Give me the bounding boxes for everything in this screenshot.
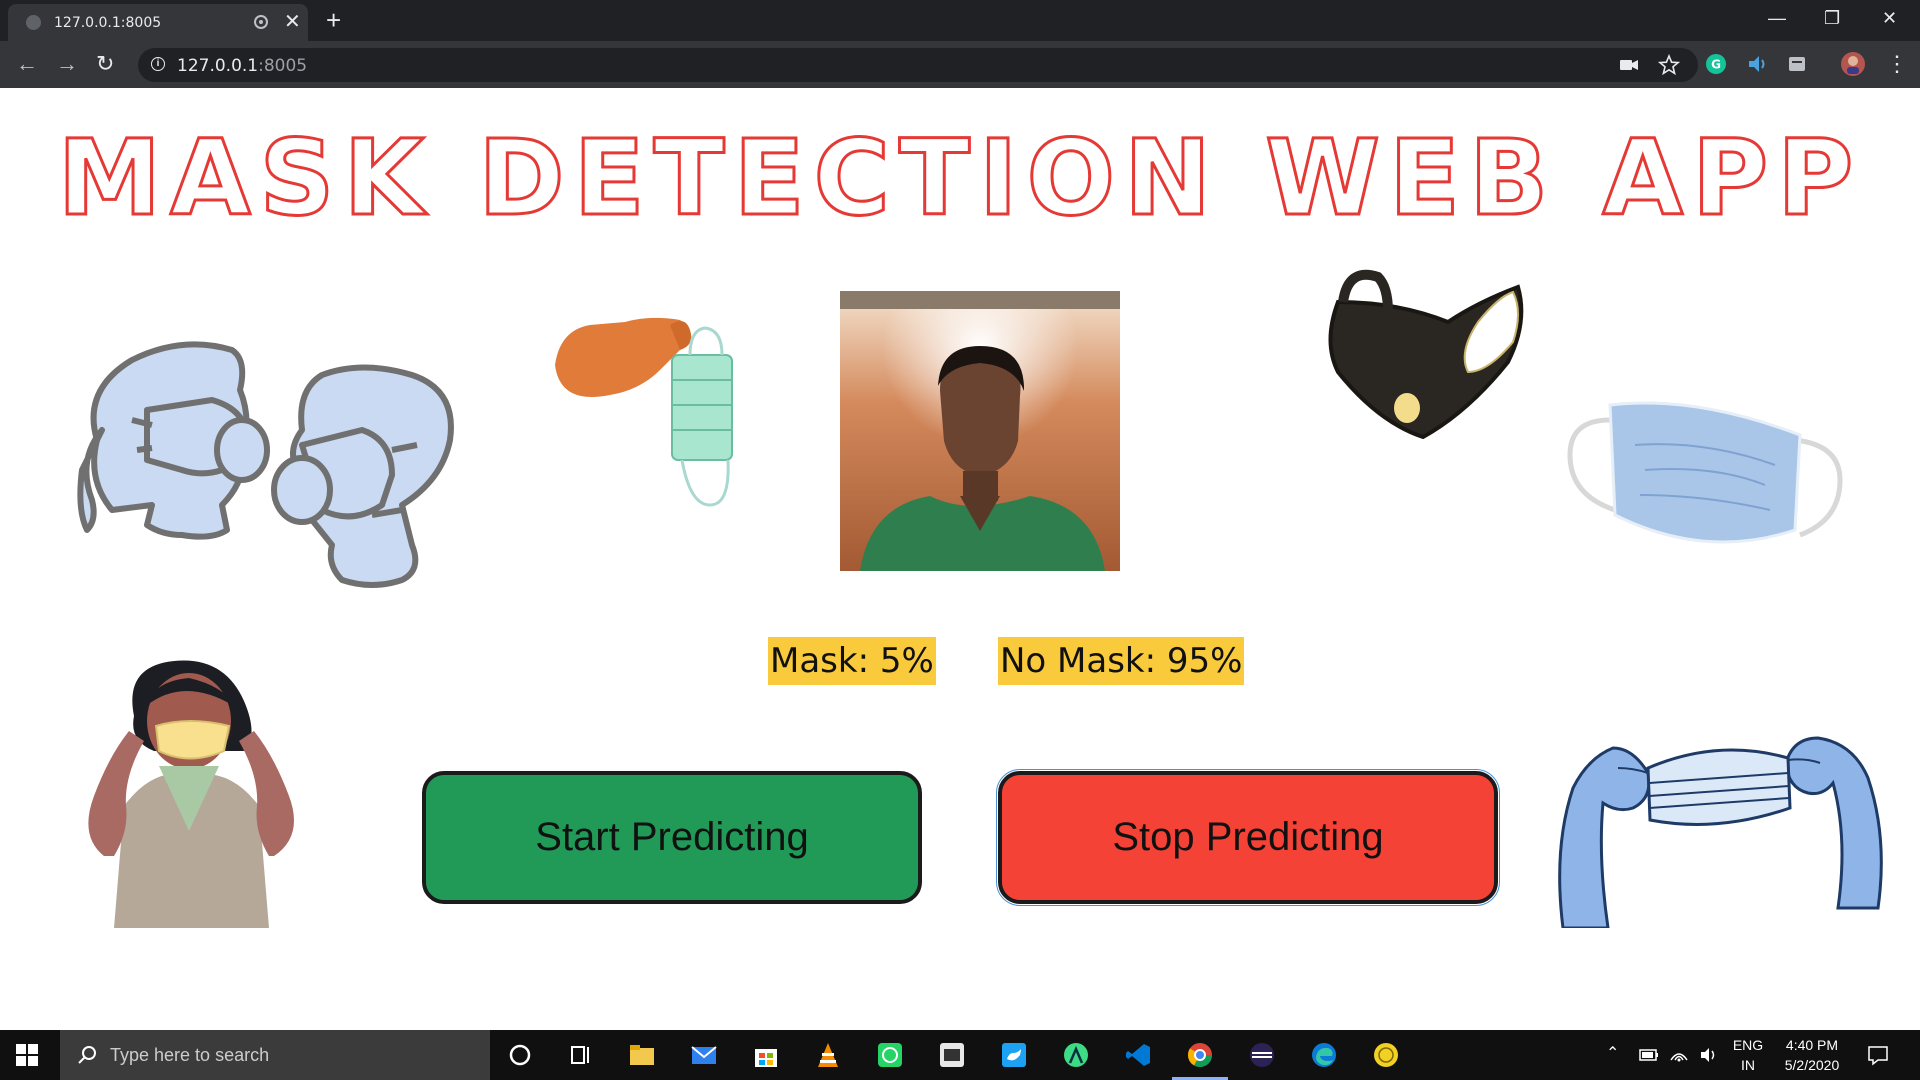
mask-probability-label: Mask: 5% [768, 637, 936, 685]
site-info-icon[interactable]: i [151, 57, 165, 71]
camera-in-use-icon[interactable] [1618, 54, 1640, 76]
sticker-app-icon[interactable] [1372, 1041, 1400, 1069]
globe-icon [26, 15, 41, 30]
eclipse-icon[interactable] [1248, 1041, 1276, 1069]
grammarly-extension-icon[interactable]: G [1705, 53, 1727, 75]
mail-icon[interactable] [690, 1041, 718, 1069]
blue-surgical-mask-illustration [1567, 401, 1843, 544]
browser-toolbar: ← → ↻ i 127.0.0.1:8005 G ⋮ [0, 41, 1920, 88]
edge-icon[interactable] [1310, 1041, 1338, 1069]
vscode-icon[interactable] [1124, 1041, 1152, 1069]
hand-holding-mask-illustration [555, 317, 733, 507]
tab-close-button[interactable]: ✕ [284, 10, 301, 34]
webcam-person-image [840, 291, 1120, 571]
url-text[interactable]: 127.0.0.1:8005 [177, 56, 307, 76]
masked-heads-illustration [77, 341, 454, 588]
app-icon[interactable] [938, 1041, 966, 1069]
media-playing-icon[interactable] [254, 15, 268, 29]
start-predicting-button[interactable]: Start Predicting [422, 771, 922, 904]
black-mask-illustration [1328, 269, 1524, 440]
back-button[interactable]: ← [16, 50, 38, 78]
region-code: IN [1741, 1057, 1755, 1073]
profile-avatar-icon[interactable] [1840, 51, 1866, 77]
minimize-button[interactable]: — [1768, 6, 1786, 30]
search-placeholder: Type here to search [110, 1045, 270, 1065]
battery-icon[interactable] [1638, 1044, 1660, 1066]
volume-icon[interactable] [1698, 1044, 1720, 1066]
cortana-icon[interactable] [506, 1041, 534, 1069]
clock-date: 5/2/2020 [1784, 1057, 1840, 1073]
search-icon [78, 1046, 96, 1064]
url-port: :8005 [258, 56, 308, 76]
windows-start-icon[interactable] [16, 1044, 38, 1066]
whatsapp-icon[interactable] [876, 1041, 904, 1069]
taskbar-search-box[interactable]: Type here to search [60, 1030, 490, 1080]
url-host: 127.0.0.1 [177, 56, 259, 76]
page-title: MASK DETECTION WEB APP [56, 117, 1863, 240]
windows-taskbar: Type here to search ⌃ ENG IN 4:40 PM 5/2… [0, 1030, 1920, 1080]
show-hidden-icons-button[interactable]: ⌃ [1606, 1044, 1619, 1064]
reload-button[interactable]: ↻ [96, 50, 114, 78]
microsoft-store-icon[interactable] [752, 1041, 780, 1069]
clock-time: 4:40 PM [1785, 1037, 1839, 1053]
restore-button[interactable]: ❐ [1824, 6, 1840, 30]
stop-predicting-button[interactable]: Stop Predicting [996, 769, 1500, 906]
language-code: ENG [1732, 1037, 1764, 1053]
android-studio-icon[interactable] [1062, 1041, 1090, 1069]
browser-menu-button[interactable]: ⋮ [1886, 51, 1908, 77]
woman-wearing-mask-illustration [88, 660, 294, 928]
svg-text:G: G [1711, 58, 1721, 72]
extension-puzzle-icon[interactable] [1786, 53, 1808, 75]
webcam-feed [840, 291, 1120, 571]
clock[interactable]: 4:40 PM 5/2/2020 [1776, 1035, 1848, 1075]
task-view-icon[interactable] [567, 1041, 595, 1069]
new-tab-button[interactable]: + [326, 4, 341, 36]
bookmark-star-icon[interactable] [1658, 54, 1680, 76]
chrome-icon[interactable] [1186, 1041, 1214, 1069]
twitter-icon[interactable] [1000, 1041, 1028, 1069]
vlc-icon[interactable] [814, 1041, 842, 1069]
browser-tab-strip: 127.0.0.1:8005 ✕ + — ❐ ✕ [0, 0, 1920, 41]
no-mask-probability-label: No Mask: 95% [998, 637, 1245, 685]
file-explorer-icon[interactable] [628, 1041, 656, 1069]
browser-tab[interactable]: 127.0.0.1:8005 ✕ [8, 4, 308, 41]
tab-title: 127.0.0.1:8005 [54, 15, 162, 31]
address-bar[interactable]: i 127.0.0.1:8005 [138, 48, 1698, 82]
notifications-icon[interactable] [1866, 1043, 1890, 1067]
forward-button[interactable]: → [56, 50, 78, 78]
hands-holding-mask-illustration [1558, 736, 1883, 928]
window-close-button[interactable]: ✕ [1882, 6, 1897, 30]
language-indicator[interactable]: ENG IN [1728, 1035, 1768, 1075]
wifi-icon[interactable] [1668, 1044, 1690, 1066]
speaker-extension-icon[interactable] [1746, 53, 1768, 75]
